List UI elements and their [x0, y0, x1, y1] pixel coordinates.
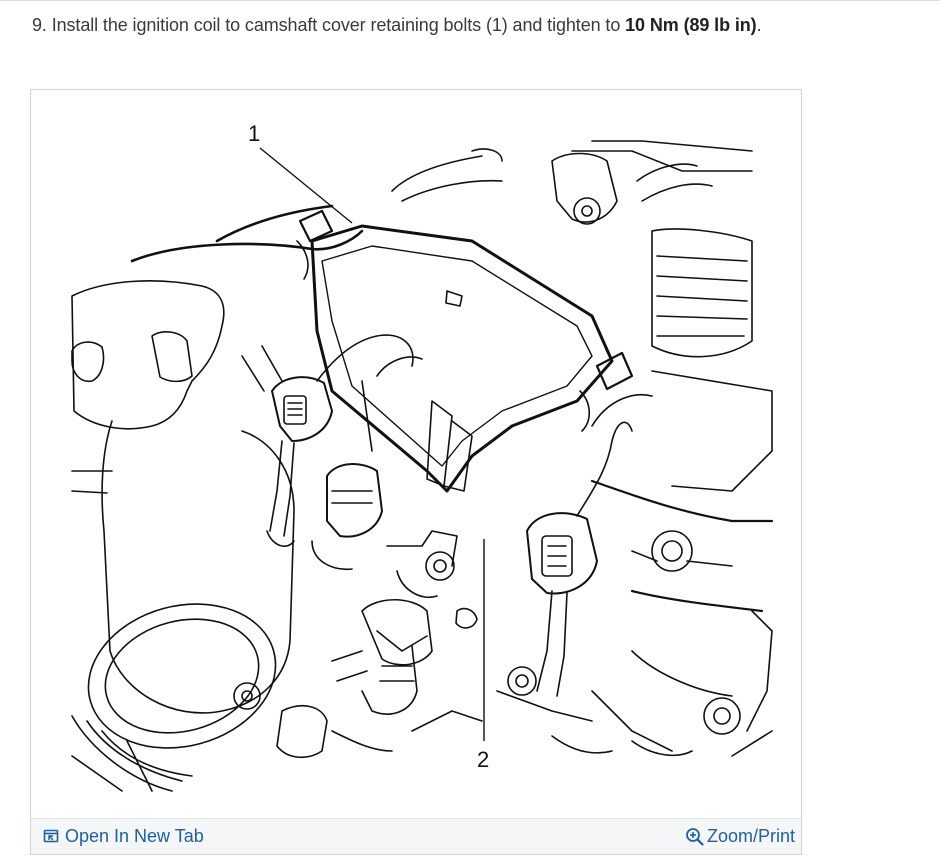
open-in-new-tab-label: Open In New Tab [65, 825, 204, 846]
engine-illustration[interactable]: 1 2 [32, 91, 802, 819]
figure-card: 1 2 Open In New Tab Zoom/Print [30, 89, 802, 855]
torque-spec: 10 Nm (89 lb in) [625, 15, 757, 35]
callout-2: 2 [477, 747, 489, 772]
step-instruction-text: 9. Install the ignition coil to camshaft… [32, 15, 626, 35]
callout-1: 1 [248, 121, 260, 146]
open-in-new-tab-link[interactable]: Open In New Tab [43, 824, 204, 848]
zoom-print-link[interactable]: Zoom/Print [685, 824, 795, 848]
open-new-tab-icon [43, 829, 59, 843]
zoom-print-label: Zoom/Print [706, 825, 795, 846]
step-instruction-suffix: . [756, 15, 762, 35]
zoom-in-icon [686, 827, 704, 846]
top-divider [0, 0, 940, 1]
step-instruction: 9. Install the ignition coil to camshaft… [32, 15, 762, 36]
figure-footer: Open In New Tab Zoom/Print [31, 818, 801, 854]
